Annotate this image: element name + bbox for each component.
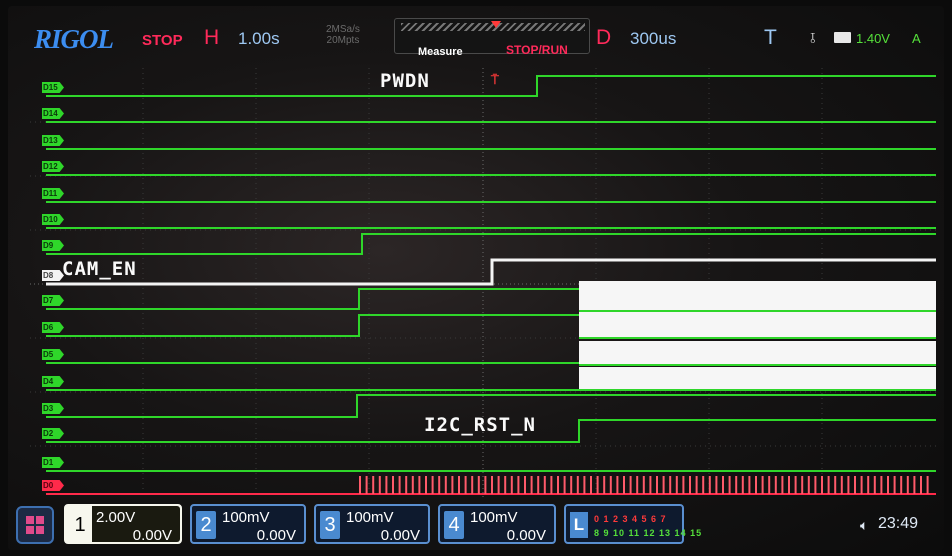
trigger-marker-icon: ⍑ — [491, 72, 499, 87]
channel-label-d13[interactable]: D13 — [42, 135, 64, 146]
channel-4-scale: 100mV — [470, 509, 518, 526]
channel-label-d15[interactable]: D15 — [42, 82, 64, 93]
channel-1-box[interactable]: 1 2.00V 0.00V — [64, 504, 182, 544]
logic-channels-high: 8 9 10 11 12 13 14 15 — [594, 528, 703, 538]
trigger-key[interactable]: T — [764, 26, 777, 50]
channel-label-d6[interactable]: D6 — [42, 322, 64, 333]
activity-block-d5 — [579, 341, 936, 365]
annotation-pwdn: PWDN — [380, 70, 430, 92]
channel-3-offset: 0.00V — [380, 527, 420, 544]
speaker-muted-icon[interactable]: 🔈︎ — [860, 517, 868, 534]
trace-d8 — [46, 258, 936, 286]
oscilloscope-screen: RIGOL STOP H 1.00s 2MSa/s 20Mpts Measure… — [8, 6, 944, 550]
logic-analyzer-box[interactable]: L 0 1 2 3 4 5 6 7 8 9 10 11 12 13 14 15 — [564, 504, 701, 544]
system-clock: 23:49 — [878, 515, 919, 532]
channel-2-box[interactable]: 2 100mV 0.00V — [190, 504, 306, 544]
channel-1-offset: 0.00V — [132, 527, 172, 544]
channel-label-d9[interactable]: D9 — [42, 240, 64, 251]
measure-button[interactable]: Measure — [418, 46, 463, 58]
rising-edge-trigger-icon: ⫱ — [810, 30, 816, 47]
activity-block-d7 — [579, 281, 936, 311]
channel-label-d2[interactable]: D2 — [42, 428, 64, 439]
channel-2-scale: 100mV — [222, 509, 270, 526]
logic-analyzer-letter: L — [570, 512, 588, 538]
channel-label-d1[interactable]: D1 — [42, 457, 64, 468]
channel-2-number: 2 — [196, 511, 216, 539]
menu-grid-cell — [26, 526, 34, 534]
run-state-indicator[interactable]: STOP — [142, 32, 183, 49]
trace-d6 — [46, 314, 579, 337]
brand-logo: RIGOL — [34, 24, 114, 54]
annotation-i2c-rst-n: I2C_RST_N — [424, 414, 536, 436]
top-status-bar: RIGOL STOP H 1.00s 2MSa/s 20Mpts Measure… — [8, 6, 944, 68]
channel-label-d10[interactable]: D10 — [42, 214, 64, 225]
bottom-channel-bar: 1 2.00V 0.00V 2 100mV 0.00V 3 100mV 0.00… — [8, 500, 944, 550]
channel-label-d3[interactable]: D3 — [42, 403, 64, 414]
channel-1-scale: 2.00V — [96, 509, 136, 526]
menu-grid-icon — [26, 516, 34, 524]
trace-d7 — [46, 288, 579, 310]
channel-label-d7[interactable]: D7 — [42, 295, 64, 306]
sample-rate: 2MSa/s — [326, 24, 360, 35]
trigger-mode[interactable]: A — [912, 31, 921, 46]
delay-value[interactable]: 300us — [630, 29, 676, 49]
channel-4-offset: 0.00V — [506, 527, 546, 544]
channel-4-box[interactable]: 4 100mV 0.00V — [438, 504, 556, 544]
trigger-source-icon — [834, 32, 851, 43]
channel-label-d8[interactable]: D8 — [42, 270, 64, 281]
delay-key[interactable]: D — [596, 26, 611, 50]
waveform-display[interactable]: D15 D14 D13 D12 D11 D10 D9 D8 D7 D6 D5 D… — [30, 68, 936, 500]
horizontal-key[interactable]: H — [204, 26, 219, 50]
trigger-position-marker-icon — [491, 21, 501, 28]
logic-channels-low: 0 1 2 3 4 5 6 7 — [594, 514, 667, 524]
activity-block-d6 — [579, 311, 936, 339]
channel-4-number: 4 — [444, 511, 464, 539]
channel-1-number: 1 — [74, 514, 86, 536]
memory-depth: 20Mpts — [326, 35, 360, 46]
annotation-cam-en: CAM_EN — [62, 258, 137, 280]
trace-d9 — [46, 233, 936, 255]
channel-label-d0[interactable]: D0 — [42, 480, 64, 491]
trace-d0-pulses — [359, 476, 929, 494]
trigger-level[interactable]: 1.40V — [856, 31, 890, 46]
channel-3-box[interactable]: 3 100mV 0.00V — [314, 504, 430, 544]
stop-run-button[interactable]: STOP/RUN — [506, 43, 568, 57]
channel-label-d11[interactable]: D11 — [42, 188, 64, 199]
sample-rate-info: 2MSa/s 20Mpts — [326, 24, 360, 46]
menu-grid-cell — [36, 526, 44, 534]
menu-grid-cell — [36, 516, 44, 524]
channel-label-d12[interactable]: D12 — [42, 161, 64, 172]
channel-2-offset: 0.00V — [256, 527, 296, 544]
channel-label-d14[interactable]: D14 — [42, 108, 64, 119]
main-menu-button[interactable] — [16, 506, 54, 544]
channel-3-number: 3 — [320, 511, 340, 539]
channel-label-d5[interactable]: D5 — [42, 349, 64, 360]
channel-label-d4[interactable]: D4 — [42, 376, 64, 387]
timebase-value[interactable]: 1.00s — [238, 29, 280, 49]
channel-3-scale: 100mV — [346, 509, 394, 526]
activity-block-d4 — [579, 367, 936, 389]
